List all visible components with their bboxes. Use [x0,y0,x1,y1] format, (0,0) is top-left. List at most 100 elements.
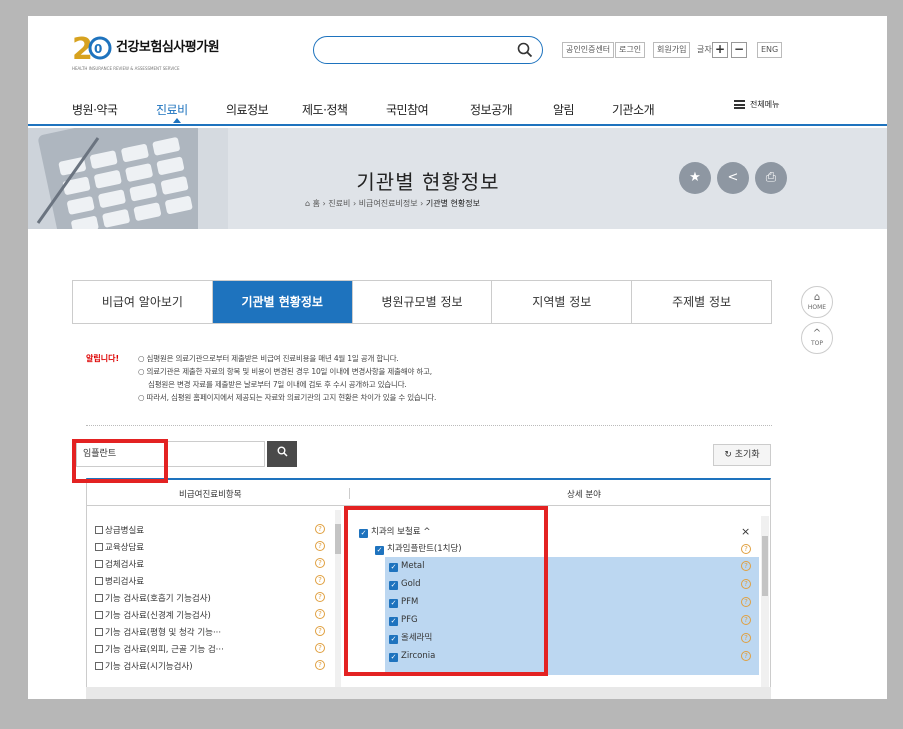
home-button[interactable]: ⌂ HOME [801,286,833,318]
checkbox[interactable] [95,645,103,653]
notice-line: ○ 따라서, 심평원 홈페이지에서 제공되는 자료와 의료기관의 고지 현황은 … [138,393,437,402]
font-plus-button[interactable]: + [712,42,728,58]
help-icon[interactable]: ? [741,615,751,625]
table-header: 비급여진료비항목 상세 분야 [87,480,770,506]
notice-line: 심평원은 변경 자료를 제출받은 날로부터 7일 이내에 검토 후 수시 공개하… [148,380,407,389]
nav-disclosure[interactable]: 정보공개 [470,101,513,118]
help-icon[interactable]: ? [741,544,751,554]
tab-noncovered-overview[interactable]: 비급여 알아보기 [73,281,213,323]
nav-policy[interactable]: 제도·정책 [302,101,348,118]
help-icon[interactable]: ? [315,660,325,670]
help-icon[interactable]: ? [315,609,325,619]
tab-hospital-size[interactable]: 병원규모별 정보 [352,281,493,323]
help-icon[interactable]: ? [741,579,751,589]
nav-medical-info[interactable]: 의료정보 [226,101,269,118]
font-size-label: 글자 [697,45,712,54]
list-item[interactable]: 기능 검사료(호흡기 기능검사) [95,592,211,604]
breadcrumb-home[interactable]: 홈 [313,199,320,208]
scrollbar-thumb[interactable] [335,524,341,554]
login-link[interactable]: 로그인 [615,42,646,58]
help-icon[interactable]: ? [315,643,325,653]
column-header-detail: 상세 분야 [567,490,601,500]
help-icon[interactable]: ? [315,541,325,551]
checkbox[interactable] [95,577,103,585]
column-separator [349,488,350,499]
tab-institution-status[interactable]: 기관별 현황정보 [212,281,353,323]
logo-text: 건강보험심사평가원 [116,40,220,55]
list-item[interactable]: 기능 검사료(신경계 기능검사) [95,609,211,621]
list-item[interactable]: 기능 검사료(시기능검사) [95,660,193,672]
list-item-label: 기능 검사료(호흡기 기능검사) [105,594,211,604]
checkbox[interactable] [95,662,103,670]
breadcrumb-separator: › [420,199,424,208]
divider [86,425,772,426]
help-icon[interactable]: ? [315,626,325,636]
tab-region[interactable]: 지역별 정보 [492,281,633,323]
svg-text:0: 0 [94,42,102,56]
list-item[interactable]: 검체검사료 [95,558,144,570]
search-input[interactable] [313,36,543,64]
breadcrumb-noncovered[interactable]: 비급여진료비정보 [359,199,418,208]
bottom-strip [86,687,771,699]
share-icon[interactable]: < [717,162,749,194]
list-item-label: 기능 검사료(외피, 근골 기능 검··· [105,645,224,655]
reset-label: 초기화 [734,450,760,460]
font-minus-button[interactable]: − [731,42,747,58]
main-nav: 병원·약국 진료비 의료정보 제도·정책 국민참여 정보공개 알림 기관소개 전… [28,94,887,126]
list-item[interactable]: 기능 검사료(평형 및 청각 기능··· [95,626,221,638]
page-title: 기관별 현황정보 [356,170,500,194]
list-item-label: 교육상담료 [105,543,145,553]
list-item[interactable]: 상급병실료 [95,524,144,536]
list-item[interactable]: 교육상담료 [95,541,144,553]
help-icon[interactable]: ? [741,597,751,607]
breadcrumb-medical-fee[interactable]: 진료비 [328,199,350,208]
list-item-label: 병리검사료 [105,577,145,587]
print-icon[interactable]: ⎙ [755,162,787,194]
nav-medical-fee[interactable]: 진료비 [156,101,188,118]
english-link[interactable]: ENG [757,42,783,58]
notice-line: ○ 심평원은 의료기관으로부터 제출받은 비급여 진료비용을 매년 4월 1일 … [138,354,399,363]
help-icon[interactable]: ? [315,524,325,534]
checkbox[interactable] [95,526,103,534]
help-icon[interactable]: ? [741,633,751,643]
nav-notice[interactable]: 알림 [553,101,575,118]
item-list-scrollbar[interactable] [335,510,341,699]
home-icon[interactable]: ⌂ [305,199,310,208]
detail-scrollbar[interactable] [761,516,769,699]
all-menu-label: 전체메뉴 [750,100,780,109]
scrollbar-thumb[interactable] [762,536,768,596]
top-button-label: TOP [810,340,823,347]
checkbox[interactable] [95,560,103,568]
favorite-star-icon[interactable]: ★ [679,162,711,194]
help-icon[interactable]: ? [315,592,325,602]
site-logo[interactable]: 2 0 건강보험심사평가원 HEALTH INSURANCE REVIEW & … [72,29,232,71]
list-item[interactable]: 병리검사료 [95,575,144,587]
breadcrumb-separator: › [322,199,326,208]
hamburger-icon [734,100,745,109]
list-item[interactable]: 기능 검사료(외피, 근골 기능 검··· [95,643,224,655]
list-item-label: 기능 검사료(신경계 기능검사) [105,611,211,621]
search-icon[interactable] [516,41,534,59]
nav-participation[interactable]: 국민참여 [386,101,429,118]
checkbox[interactable] [95,611,103,619]
signup-link[interactable]: 회원가입 [653,42,691,58]
all-menu-button[interactable]: 전체메뉴 [734,99,779,110]
keyword-search-button[interactable] [267,441,297,467]
help-icon[interactable]: ? [315,575,325,585]
nav-about[interactable]: 기관소개 [612,101,655,118]
nav-hospital-pharmacy[interactable]: 병원·약국 [72,101,118,118]
checkbox[interactable] [95,628,103,636]
help-icon[interactable]: ? [741,561,751,571]
help-icon[interactable]: ? [315,558,325,568]
top-button[interactable]: ^ TOP [801,322,833,354]
close-icon[interactable]: × [741,523,750,541]
page: 2 0 건강보험심사평가원 HEALTH INSURANCE REVIEW & … [28,16,887,699]
cert-center-link[interactable]: 공인인증센터 [562,42,615,58]
tab-topic[interactable]: 주제별 정보 [632,281,771,323]
help-icon[interactable]: ? [741,651,751,661]
chevron-up-icon: ^ [812,328,822,339]
logo-subtext: HEALTH INSURANCE REVIEW & ASSESSMENT SER… [72,66,180,71]
checkbox[interactable] [95,594,103,602]
reset-button[interactable]: ↻ 초기화 [713,444,771,466]
checkbox[interactable] [95,543,103,551]
